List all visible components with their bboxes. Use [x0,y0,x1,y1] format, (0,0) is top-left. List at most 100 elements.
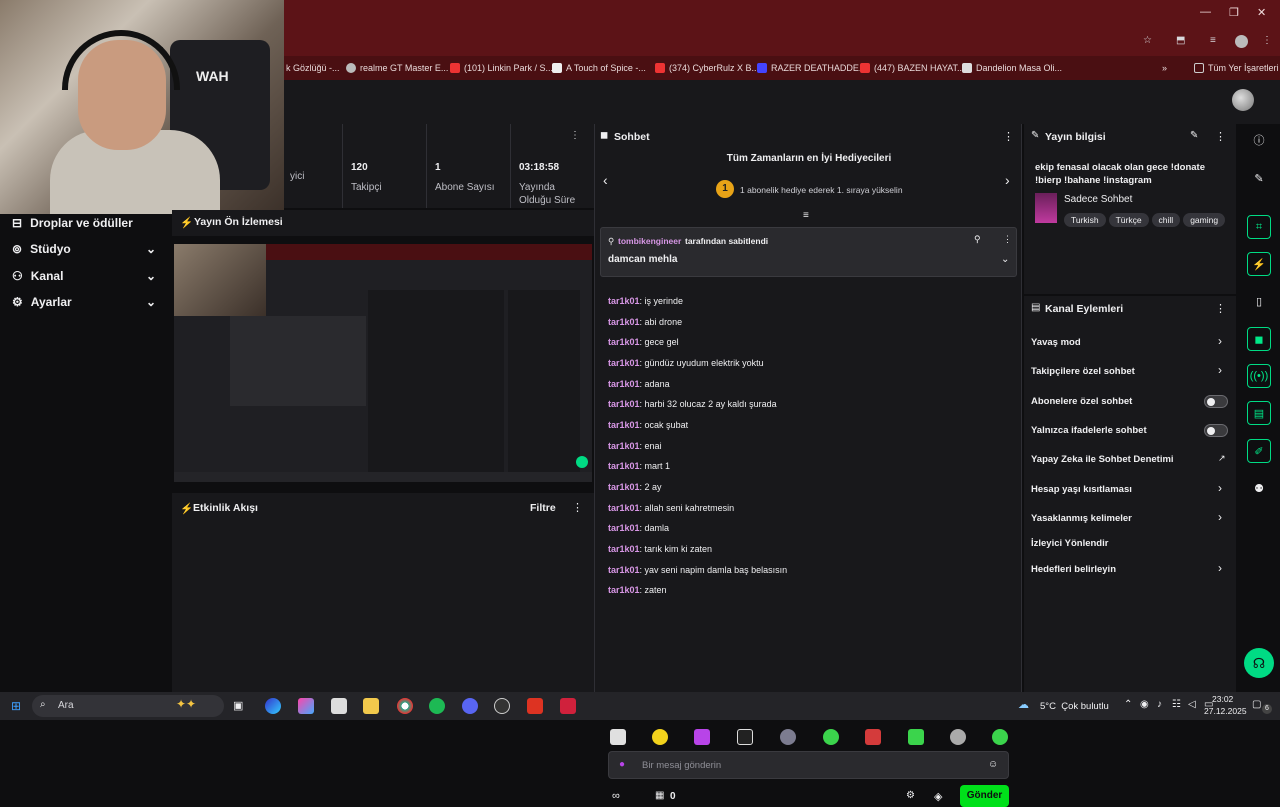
bookmark-item[interactable]: (447) BAZEN HAYAT... [860,63,965,73]
more-icon[interactable]: ⋮ [1215,302,1226,315]
tray-icon[interactable]: ◉ [1140,699,1149,710]
close-icon[interactable]: ✕ [1257,6,1266,19]
external-link-icon[interactable]: ↗ [1218,453,1226,464]
emote-only-toggle[interactable] [1204,424,1228,437]
emote[interactable] [652,729,668,745]
bookmark-item[interactable]: (374) CyberRulz X B... [655,63,759,73]
action-slow-mode[interactable]: Yavaş mod [1031,337,1081,348]
volume-icon[interactable]: ◁ [1188,699,1196,710]
tag[interactable]: gaming [1183,213,1226,227]
star-icon[interactable]: ☆ [1143,35,1152,46]
bolt-icon[interactable]: ⚡ [1247,252,1271,276]
chevron-right-icon[interactable]: › [1218,334,1222,348]
windows-start-icon[interactable]: ⊞ [11,699,21,713]
action-goals[interactable]: Hedefleri belirleyin [1031,564,1116,575]
info-icon[interactable]: ⓘ [1247,128,1271,152]
app-icon[interactable] [560,698,576,714]
chat-username[interactable]: tar1k01 [608,358,640,368]
chevron-right-icon[interactable]: › [1218,510,1222,524]
more-icon[interactable]: ⋮ [572,501,583,514]
emote[interactable] [823,729,839,745]
obs-icon[interactable] [494,698,510,714]
chat-username[interactable]: tar1k01 [608,503,640,513]
taskbar-search[interactable]: ⌕ Ara ✦✦ [32,695,224,717]
wrench-icon[interactable]: ✐ [1247,439,1271,463]
bookmark-item[interactable]: k Gözlüğü -... [286,63,340,73]
nav-item-drops[interactable]: ⊟ Droplar ve ödüller [12,216,162,230]
pin-icon[interactable]: ⚲ [974,234,981,245]
chevron-down-icon[interactable]: ⌄ [1001,254,1009,265]
discord-icon[interactable] [462,698,478,714]
more-icon[interactable]: ⋮ [1003,130,1014,143]
emote[interactable] [950,729,966,745]
category-boxart[interactable] [1035,193,1057,223]
chevron-right-icon[interactable]: › [1005,172,1010,188]
chevron-right-icon[interactable]: › [1218,561,1222,575]
nav-item-studio[interactable]: ⊚ Stüdyo ⌄ [12,242,162,256]
layout-icon[interactable]: ▤ [1247,401,1271,425]
media-icon[interactable]: ≡ [1210,35,1216,46]
tag[interactable]: Türkçe [1108,213,1149,227]
add-action-icon[interactable]: ⚉ [1247,476,1271,500]
store-icon[interactable] [331,698,347,714]
bookmark-item[interactable]: (101) Linkin Park / S... [450,63,553,73]
chrome-icon[interactable] [397,698,413,714]
mic-tray-icon[interactable]: ♪ [1157,699,1162,710]
more-icon[interactable]: ⋮ [1215,130,1226,143]
more-bookmarks-icon[interactable]: » [1162,63,1167,73]
action-raid[interactable]: İzleyici Yönlendir [1031,538,1108,549]
drag-handle-icon[interactable]: ≡ [803,210,809,221]
chat-username[interactable]: tar1k01 [608,399,640,409]
gear-icon[interactable]: ⚙ [906,790,915,801]
menu-icon[interactable]: ⋮ [1262,35,1272,46]
nav-item-channel[interactable]: ⚇ Kanal ⌄ [12,269,162,283]
tray-chevron-icon[interactable]: ⌃ [1124,699,1132,710]
action-account-age[interactable]: Hesap yaşı kısıtlaması [1031,484,1132,495]
profile-avatar[interactable] [1235,35,1248,48]
bookmark-item[interactable]: RAZER DEATHADDE... [757,63,866,73]
bookmark-item[interactable]: realme GT Master E... [346,63,448,73]
chat-icon[interactable]: ◼ [1247,327,1271,351]
folder-icon[interactable] [363,698,379,714]
chevron-right-icon[interactable]: › [1218,481,1222,495]
action-followers-only[interactable]: Takipçilere özel sohbet [1031,366,1135,377]
emote[interactable] [610,729,626,745]
spotify-icon[interactable] [429,698,445,714]
clock-date[interactable]: 27.12.2025 [1204,706,1247,716]
emote[interactable] [992,729,1008,745]
emote[interactable] [694,729,710,745]
clip-icon[interactable]: ⌗ [1247,215,1271,239]
bot-icon[interactable]: ◈ [934,790,942,803]
emoji-icon[interactable]: ☺ [988,759,998,770]
task-view-icon[interactable]: ▣ [233,699,243,712]
chat-username[interactable]: tar1k01 [608,565,640,575]
minimize-icon[interactable]: — [1200,6,1211,18]
clock-time[interactable]: 23:02 [1212,694,1233,704]
chat-username[interactable]: tar1k01 [608,585,640,595]
notifications-icon[interactable]: ▢ [1252,699,1261,710]
action-banned-words[interactable]: Yasaklanmış kelimeler [1031,513,1132,524]
category-name[interactable]: Sadece Sohbet [1064,194,1132,205]
chat-username[interactable]: tar1k01 [608,337,640,347]
chat-username[interactable]: tar1k01 [608,482,640,492]
emote[interactable] [908,729,924,745]
edit-icon[interactable]: ✎ [1190,130,1198,141]
nav-item-settings[interactable]: ⚙ Ayarlar ⌄ [12,295,162,309]
stream-preview[interactable] [174,244,592,482]
subs-only-toggle[interactable] [1204,395,1228,408]
emote[interactable] [737,729,753,745]
chat-username[interactable]: tar1k01 [608,461,640,471]
bits-icon[interactable]: ∞ [612,790,620,802]
chevron-left-icon[interactable]: ‹ [603,172,608,188]
all-bookmarks[interactable]: Tüm Yer İşaretleri [1194,63,1279,73]
tag[interactable]: chill [1151,213,1181,227]
help-icon[interactable]: ☊ [1244,648,1274,678]
emote[interactable] [780,729,796,745]
emote[interactable] [865,729,881,745]
action-ai-moderation[interactable]: Yapay Zeka ile Sohbet Denetimi [1031,454,1174,465]
bookmark-item[interactable]: A Touch of Spice -... [552,63,646,73]
weather-text[interactable]: 5°C Çok bulutlu [1040,701,1109,712]
maximize-icon[interactable]: ❐ [1229,6,1239,19]
mic-icon[interactable]: ● [619,759,625,770]
wifi-icon[interactable]: ☷ [1172,699,1181,710]
